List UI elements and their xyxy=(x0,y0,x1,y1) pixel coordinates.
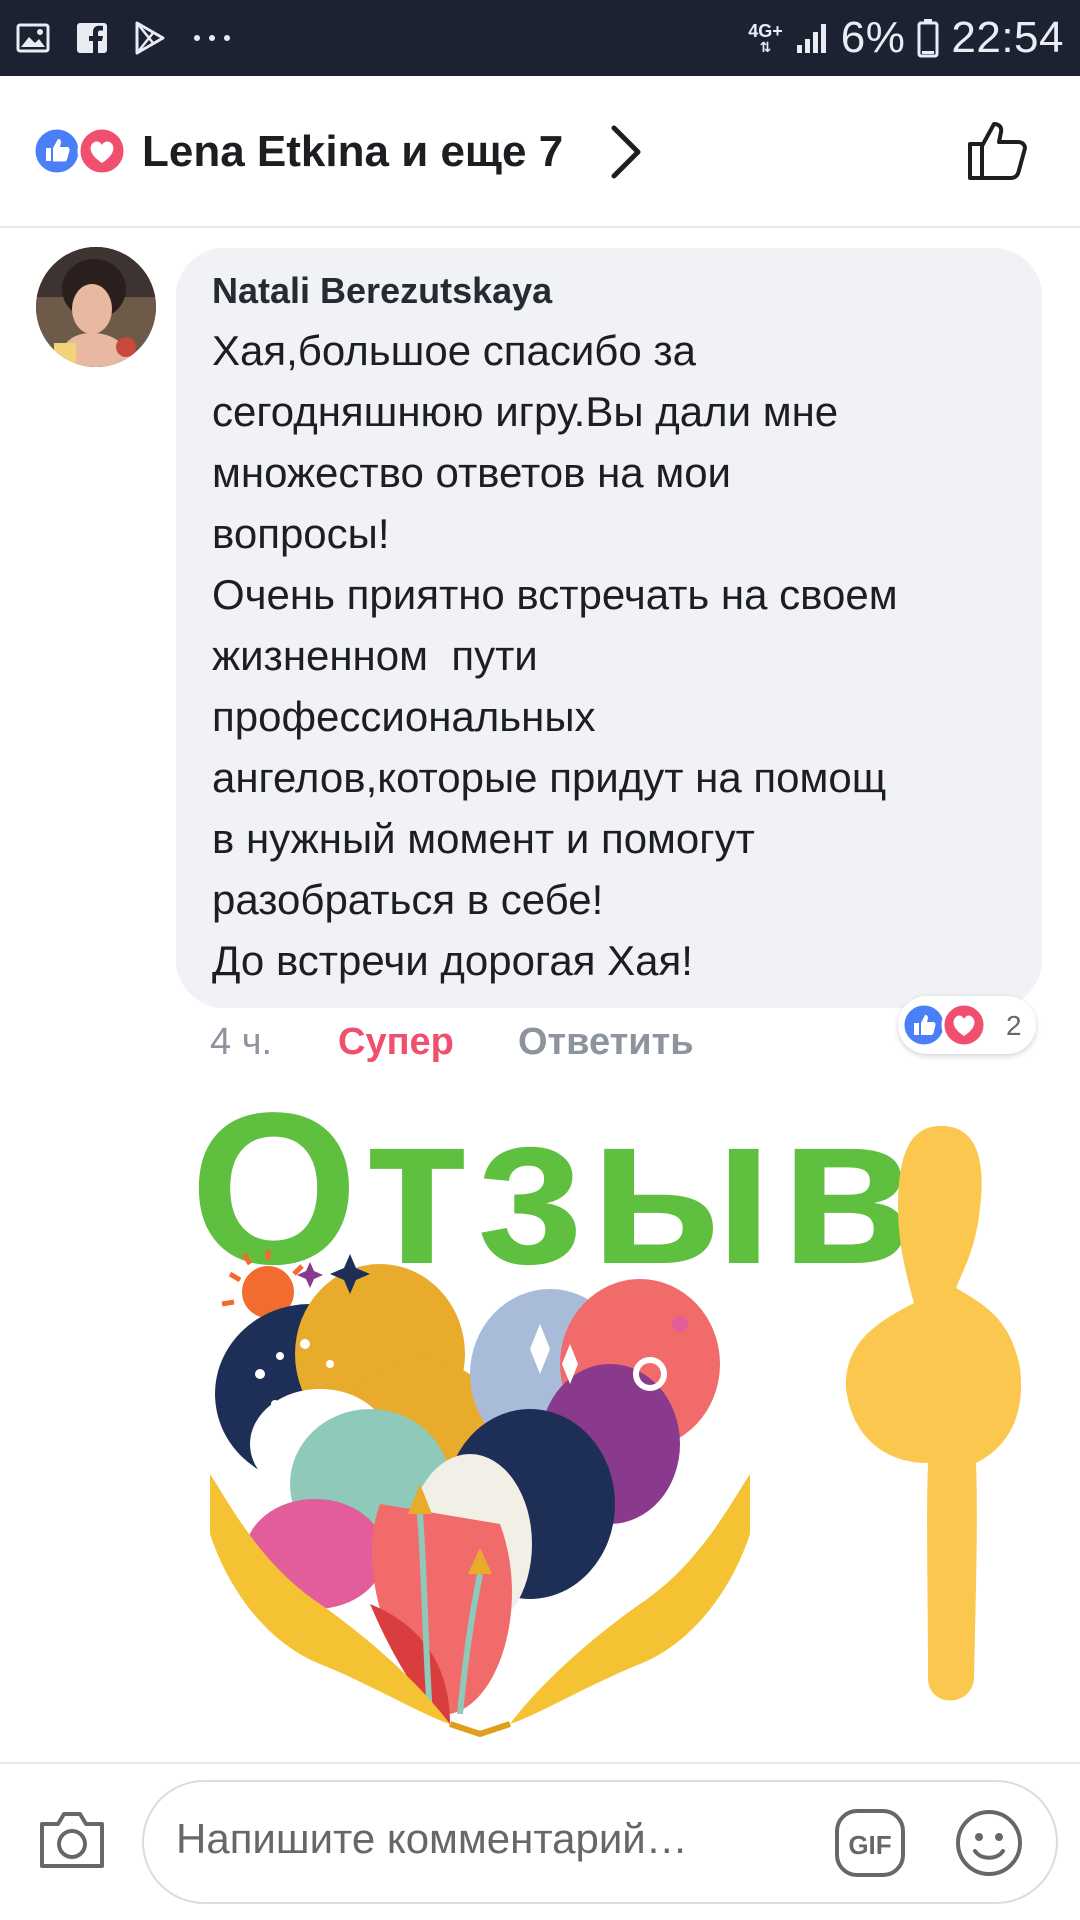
like-reaction-icon xyxy=(901,1002,947,1048)
more-dots-icon xyxy=(194,35,230,41)
comment-line: в нужный момент и помогут xyxy=(212,815,755,862)
reply-button[interactable]: Ответить xyxy=(518,1021,694,1064)
comment-line: До встречи дорогая Хая! xyxy=(212,937,693,984)
avatar[interactable] xyxy=(36,247,156,367)
reaction-count: 2 xyxy=(1006,1010,1022,1041)
comment-input-placeholder: Напишите комментарий… xyxy=(176,1815,688,1862)
gif-label: GIF xyxy=(848,1830,891,1860)
play-store-icon xyxy=(135,21,165,55)
thumbs-up-outline-icon[interactable] xyxy=(964,114,1034,184)
reactions-summary-text: Lena Etkina и еще 7 xyxy=(142,127,564,176)
clock: 22:54 xyxy=(951,13,1064,62)
like-reaction-icon xyxy=(32,126,82,176)
gallery-icon xyxy=(16,23,50,53)
emoji-icon[interactable] xyxy=(954,1808,1024,1878)
camera-icon[interactable] xyxy=(36,1806,108,1872)
data-arrows-icon: ⇅ xyxy=(759,39,772,55)
love-reaction-icon xyxy=(77,126,127,176)
screen: 4G+ ⇅ 6% 22:54 Lena Etkina и еще 7 Natal… xyxy=(0,0,1080,1920)
battery-percent: 6% xyxy=(840,13,906,62)
comment-reactions-pill[interactable]: 2 xyxy=(898,996,1036,1054)
arrow-up-drawing xyxy=(845,1125,1022,1701)
reaction-icons xyxy=(32,126,127,176)
comment-line: вопросы! xyxy=(212,510,390,557)
comment-line: разобраться в себе! xyxy=(212,876,604,923)
status-bar-notifications xyxy=(16,14,232,62)
comment-line: множество ответов на мои xyxy=(212,449,732,496)
gif-icon[interactable]: GIF xyxy=(834,1808,906,1878)
network-label: 4G+ xyxy=(748,21,783,41)
chevron-right-icon[interactable] xyxy=(608,122,644,182)
comment-line: Хая,большое спасибо за xyxy=(212,327,697,374)
battery-icon xyxy=(917,19,939,58)
hands-heart-illustration xyxy=(210,1250,750,1738)
comment-text: Хая,большое спасибо за сегодняшнюю игру.… xyxy=(212,320,1022,991)
comment-line: Очень приятно встречать на своем xyxy=(212,571,898,618)
reaction-button[interactable]: Супер xyxy=(338,1021,518,1064)
status-bar-system: 4G+ ⇅ 6% 22:54 xyxy=(748,10,1064,66)
network-type: 4G+ ⇅ xyxy=(748,22,783,54)
love-reaction-icon xyxy=(941,1002,987,1048)
comment-timestamp[interactable]: 4 ч. xyxy=(210,1021,338,1064)
avatar-image xyxy=(36,247,156,367)
facebook-icon xyxy=(77,23,107,53)
comment-line: жизненном пути xyxy=(212,632,538,679)
comment-line: профессиональных xyxy=(212,693,596,740)
status-bar: 4G+ ⇅ 6% 22:54 xyxy=(0,0,1080,76)
comment-line: сегодняшнюю игру.Вы дали мне xyxy=(212,388,839,435)
comment-actions: 4 ч. Супер Ответить xyxy=(210,1014,694,1070)
reactions-summary-bar[interactable]: Lena Etkina и еще 7 xyxy=(0,76,1080,228)
comment-reaction-icons xyxy=(901,1002,987,1048)
comment-author[interactable]: Natali Berezutskaya xyxy=(212,270,552,312)
comment-line: ангелов,которые придут на помощ xyxy=(212,754,887,801)
signal-icon xyxy=(796,24,826,53)
